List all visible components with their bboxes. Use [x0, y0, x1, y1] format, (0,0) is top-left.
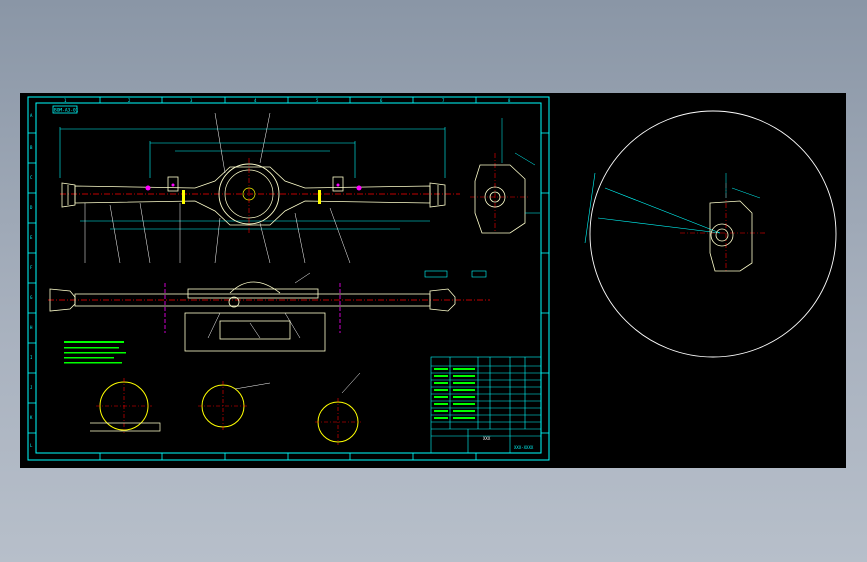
- front-view: [59, 112, 460, 264]
- zone-label-side: L: [30, 443, 33, 448]
- zone-label-top: 7: [442, 98, 445, 103]
- zone-label-top: 3: [190, 98, 193, 103]
- cad-model-space[interactable]: 1 2 3 4 5 6 7 8 A B C D E F G H I J K L …: [20, 93, 846, 468]
- zone-label-top: 8: [508, 98, 511, 103]
- zone-label-side: B: [30, 145, 33, 150]
- zone-label-side: G: [30, 295, 33, 300]
- title-block-part-no: XXX-XXXX: [514, 445, 534, 450]
- section-view-2: [198, 381, 271, 431]
- title-block-name: XXX: [483, 436, 491, 441]
- notes-block: [64, 341, 126, 364]
- zone-label-top: 2: [128, 98, 131, 103]
- detail-circle-view: [584, 110, 837, 358]
- section-view-1: [90, 378, 161, 433]
- zone-label-side: K: [30, 415, 33, 420]
- zone-label-side: C: [30, 175, 33, 180]
- sheet-frame: [27, 96, 550, 461]
- zone-label-top: 6: [380, 98, 383, 103]
- zone-label-top: 1: [64, 98, 67, 103]
- zone-label-top: 4: [254, 98, 257, 103]
- title-block-text: [434, 368, 475, 419]
- drawing-svg: 1 2 3 4 5 6 7 8 A B C D E F G H I J K L …: [27, 96, 837, 461]
- zone-label-side: F: [30, 265, 33, 270]
- zone-label-side: H: [30, 325, 33, 330]
- side-view: [470, 118, 540, 234]
- zone-label-side: D: [30, 205, 33, 210]
- zone-label-side: E: [30, 235, 33, 240]
- zone-label-side: A: [30, 113, 33, 118]
- zone-ticks: [28, 97, 549, 460]
- zone-label-side: J: [30, 385, 32, 390]
- section-view-3: [315, 372, 361, 445]
- top-view: [48, 270, 490, 352]
- zone-label-top: 5: [316, 98, 319, 103]
- zone-label-side: I: [30, 355, 33, 360]
- stamp-label: BOM-A3-01: [54, 108, 79, 114]
- stamp-box: BOM-A3-01: [52, 105, 79, 114]
